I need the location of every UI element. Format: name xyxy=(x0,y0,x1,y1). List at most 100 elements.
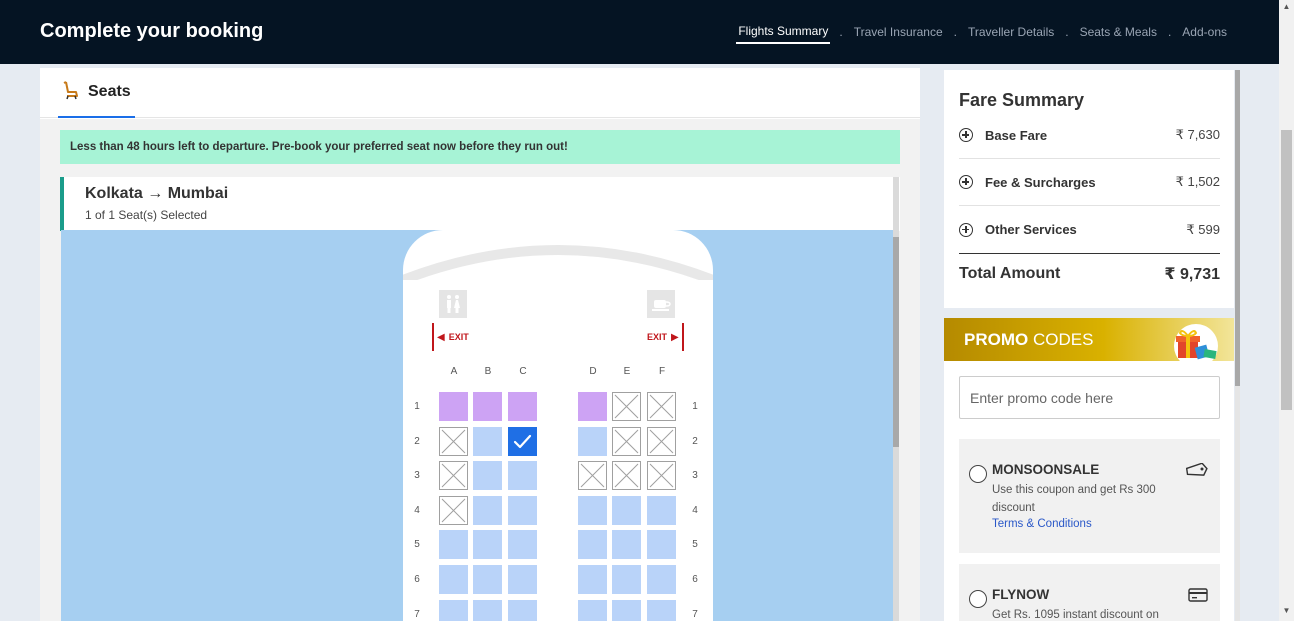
seat-7B[interactable] xyxy=(473,599,502,621)
step-add-ons[interactable]: Add-ons xyxy=(1180,25,1229,43)
seat-unavailable-icon xyxy=(441,498,466,523)
galley-cup-icon xyxy=(647,290,675,318)
seat-column-label: B xyxy=(484,366,492,377)
coupon-description: Get Rs. 1095 instant discount on xyxy=(992,609,1159,621)
fare-row-base-fare[interactable]: Base Fare ₹ 7,630 xyxy=(959,112,1220,159)
seat-map-scrollbar[interactable] xyxy=(893,177,899,621)
seat-2A xyxy=(439,426,468,456)
terms-conditions-link[interactable]: Terms & Conditions xyxy=(992,518,1092,530)
step-separator: . xyxy=(953,25,957,39)
seat-4C[interactable] xyxy=(508,495,537,525)
seat-unavailable-icon xyxy=(580,463,605,488)
seat-7F[interactable] xyxy=(647,599,676,621)
seat-1C[interactable] xyxy=(508,392,537,421)
seat-5E[interactable] xyxy=(612,530,641,560)
promo-code-input[interactable] xyxy=(959,376,1220,419)
seat-1D[interactable] xyxy=(578,392,607,421)
seat-icon xyxy=(62,80,80,105)
coupon-flynow[interactable]: FLYNOW Get Rs. 1095 instant discount on xyxy=(959,564,1220,621)
seat-6A[interactable] xyxy=(439,565,468,594)
seat-row-number-right: 4 xyxy=(692,504,698,516)
step-travel-insurance[interactable]: Travel Insurance xyxy=(852,25,945,43)
fare-row-amount: ₹ 1,502 xyxy=(1175,174,1220,189)
seat-6D[interactable] xyxy=(578,565,607,594)
scroll-up-arrow-icon[interactable]: ▲ xyxy=(1279,2,1294,11)
aircraft-cabin: ◀ EXIT EXIT ▶ A B C D E F 1 1 2 2 3 3 4 4 5 5 6 6 7 7 xyxy=(403,230,713,621)
promo-title-bold: PROMO xyxy=(964,330,1029,349)
expand-plus-icon[interactable] xyxy=(959,175,973,189)
coupon-monsoonsale[interactable]: MONSOONSALE Use this coupon and get Rs 3… xyxy=(959,439,1220,553)
page-scrollbar-thumb[interactable] xyxy=(1281,130,1292,410)
seat-4A xyxy=(439,495,468,525)
route-title: Kolkata → Mumbai xyxy=(85,185,229,202)
seat-4F[interactable] xyxy=(647,495,676,525)
seat-3C[interactable] xyxy=(508,461,537,491)
seat-7D[interactable] xyxy=(578,599,607,621)
sidebar-scrollbar-thumb[interactable] xyxy=(1235,70,1240,386)
seat-6F[interactable] xyxy=(647,565,676,594)
seat-row-number-right: 1 xyxy=(692,401,698,412)
tab-seats[interactable]: Seats xyxy=(58,68,135,118)
seat-7A[interactable] xyxy=(439,599,468,621)
seat-2C[interactable] xyxy=(508,426,537,456)
seat-1A[interactable] xyxy=(439,392,468,421)
fare-row-amount: ₹ 599 xyxy=(1186,221,1220,237)
seat-map-scrollbar-thumb[interactable] xyxy=(893,237,899,447)
seat-5A[interactable] xyxy=(439,530,468,560)
seat-4D[interactable] xyxy=(578,495,607,525)
fare-summary-title: Fare Summary xyxy=(959,90,1085,110)
expand-plus-icon[interactable] xyxy=(959,128,973,142)
step-traveller-details[interactable]: Traveller Details xyxy=(966,25,1056,43)
fare-summary-card: Fare Summary Base Fare ₹ 7,630 Fee & Sur… xyxy=(944,70,1234,308)
seat-7C[interactable] xyxy=(508,599,537,621)
seat-unavailable-icon xyxy=(649,394,674,419)
seat-6C[interactable] xyxy=(508,565,537,594)
seat-row-number-right: 3 xyxy=(692,470,698,482)
seat-2D[interactable] xyxy=(578,426,607,456)
seat-1E xyxy=(612,392,641,421)
promo-codes-card: PROMO CODES MONSOONSALE Use this coupon … xyxy=(944,318,1234,621)
seat-1B[interactable] xyxy=(473,392,502,421)
seat-3B[interactable] xyxy=(473,461,502,491)
seat-4B[interactable] xyxy=(473,495,502,525)
expand-plus-icon[interactable] xyxy=(959,222,973,237)
seat-4E[interactable] xyxy=(612,495,641,525)
seat-7E[interactable] xyxy=(612,599,641,621)
seat-2B[interactable] xyxy=(473,426,502,456)
aircraft-nose-shape xyxy=(403,245,713,280)
seat-selection-status: 1 of 1 Seat(s) Selected xyxy=(85,208,208,222)
sidebar-scrollbar[interactable] xyxy=(1235,70,1240,621)
page-scrollbar[interactable]: ▲ ▼ xyxy=(1279,0,1294,621)
seat-5C[interactable] xyxy=(508,530,537,560)
step-flights-summary[interactable]: Flights Summary xyxy=(736,24,831,44)
route-card[interactable]: Kolkata → Mumbai 1 of 1 Seat(s) Selected xyxy=(60,177,900,231)
seat-column-label: C xyxy=(519,366,527,377)
seat-row-number-left: 2 xyxy=(414,435,420,447)
seat-6B[interactable] xyxy=(473,565,502,594)
fare-row-other-services[interactable]: Other Services ₹ 599 xyxy=(959,206,1220,253)
exit-right-label: EXIT xyxy=(647,332,668,342)
top-header: Complete your booking Flights Summary . … xyxy=(0,0,1279,64)
seat-row-number-left: 1 xyxy=(414,401,420,412)
seat-column-label: D xyxy=(589,366,597,377)
seat-unavailable-icon xyxy=(649,429,674,453)
seats-tab-bar: Seats xyxy=(40,68,920,118)
coupon-radio[interactable] xyxy=(969,590,987,608)
coupon-description: Use this coupon and get Rs 300 discount xyxy=(992,484,1156,514)
booking-steps: Flights Summary . Travel Insurance . Tra… xyxy=(736,24,1229,44)
seat-column-label: A xyxy=(450,366,458,377)
step-seats-meals[interactable]: Seats & Meals xyxy=(1078,25,1159,43)
seat-unavailable-icon xyxy=(649,463,674,488)
seat-1F xyxy=(647,392,676,421)
seat-row-number-left: 4 xyxy=(414,504,420,516)
seat-unavailable-icon xyxy=(441,463,466,488)
seat-5D[interactable] xyxy=(578,530,607,560)
seat-unavailable-icon xyxy=(614,429,639,453)
seat-5B[interactable] xyxy=(473,530,502,560)
fare-row-fee-surcharges[interactable]: Fee & Surcharges ₹ 1,502 xyxy=(959,159,1220,206)
scroll-down-arrow-icon[interactable]: ▼ xyxy=(1279,606,1294,615)
seat-5F[interactable] xyxy=(647,530,676,560)
seat-row-number-left: 7 xyxy=(414,608,420,620)
seat-6E[interactable] xyxy=(612,565,641,594)
coupon-radio[interactable] xyxy=(969,465,987,483)
